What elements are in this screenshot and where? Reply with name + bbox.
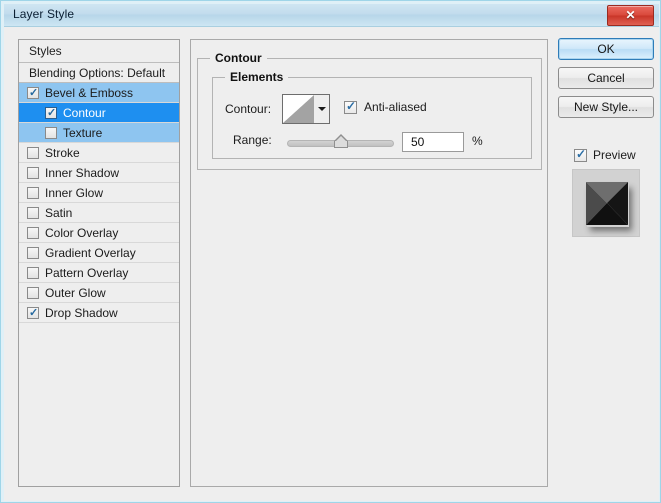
styles-item-texture[interactable]: Texture	[19, 123, 179, 143]
styles-item-gradient-overlay[interactable]: Gradient Overlay	[19, 243, 179, 263]
window-title: Layer Style	[13, 7, 74, 21]
contour-field-label: Contour:	[225, 102, 271, 116]
contour-group-title: Contour	[210, 51, 267, 65]
new-style-button[interactable]: New Style...	[558, 96, 654, 118]
styles-item-inner-shadow[interactable]: Inner Shadow	[19, 163, 179, 183]
styles-item-satin[interactable]: Satin	[19, 203, 179, 223]
dialog-body: Styles Blending Options: Default ✓ Bevel …	[4, 27, 659, 501]
style-item-label: Inner Glow	[45, 183, 103, 203]
styles-item-outer-glow[interactable]: Outer Glow	[19, 283, 179, 303]
styles-item-bevel-and-emboss[interactable]: ✓ Bevel & Emboss	[19, 83, 179, 103]
styles-item-blending-options[interactable]: Blending Options: Default	[19, 63, 179, 83]
style-item-label: Texture	[63, 123, 102, 143]
styles-item-drop-shadow[interactable]: ✓ Drop Shadow	[19, 303, 179, 323]
style-item-label: Contour	[63, 103, 106, 123]
styles-item-contour[interactable]: ✓ Contour	[19, 103, 179, 123]
anti-aliased-label: Anti-aliased	[364, 100, 427, 114]
range-percent-label: %	[472, 134, 483, 148]
title-bar[interactable]: Layer Style ✕	[4, 4, 659, 27]
style-item-label: Color Overlay	[45, 223, 118, 243]
style-enable-checkbox[interactable]	[45, 127, 57, 139]
styles-list-panel: Styles Blending Options: Default ✓ Bevel …	[18, 39, 180, 487]
range-value-input[interactable]: 50	[402, 132, 464, 152]
style-enable-checkbox[interactable]	[27, 147, 39, 159]
style-item-label: Pattern Overlay	[45, 263, 128, 283]
style-preview-thumbnail	[572, 169, 640, 237]
style-enable-checkbox[interactable]	[27, 247, 39, 259]
style-enable-checkbox[interactable]: ✓	[27, 307, 39, 319]
styles-item-color-overlay[interactable]: Color Overlay	[19, 223, 179, 243]
style-item-label: Bevel & Emboss	[45, 83, 133, 103]
style-item-label: Outer Glow	[45, 283, 106, 303]
preview-check-box[interactable]: ✓	[574, 149, 587, 162]
contour-groupbox: Contour Elements Contour: ✓	[197, 58, 542, 170]
styles-item-stroke[interactable]: Stroke	[19, 143, 179, 163]
close-icon: ✕	[608, 6, 653, 25]
style-enable-checkbox[interactable]: ✓	[45, 107, 57, 119]
styles-item-inner-glow[interactable]: Inner Glow	[19, 183, 179, 203]
elements-groupbox: Elements Contour: ✓ Anti-aliased	[212, 77, 532, 159]
range-field-label: Range:	[233, 133, 272, 147]
contour-picker[interactable]	[282, 94, 330, 124]
style-item-label: Drop Shadow	[45, 303, 118, 323]
style-enable-checkbox[interactable]: ✓	[27, 87, 39, 99]
styles-list-header: Styles	[19, 40, 179, 63]
checkmark-icon: ✓	[346, 99, 357, 114]
style-item-label: Satin	[45, 203, 72, 223]
range-value-text: 50	[411, 135, 424, 149]
style-item-label: Stroke	[45, 143, 80, 163]
preview-label: Preview	[593, 148, 636, 162]
style-enable-checkbox[interactable]	[27, 287, 39, 299]
elements-group-title: Elements	[225, 70, 288, 84]
contour-dropdown-button[interactable]	[314, 95, 329, 123]
ok-button[interactable]: OK	[558, 38, 654, 60]
style-enable-checkbox[interactable]	[27, 207, 39, 219]
styles-item-pattern-overlay[interactable]: Pattern Overlay	[19, 263, 179, 283]
close-button[interactable]: ✕	[607, 5, 654, 26]
checkmark-icon: ✓	[29, 86, 39, 100]
style-item-label: Inner Shadow	[45, 163, 119, 183]
layer-style-dialog: Layer Style ✕ Styles Blending Options: D…	[0, 0, 661, 503]
checkmark-icon: ✓	[47, 106, 57, 120]
style-enable-checkbox[interactable]	[27, 187, 39, 199]
cancel-button[interactable]: Cancel	[558, 67, 654, 89]
styles-item-container: ✓Bevel & Emboss✓ContourTextureStrokeInne…	[19, 83, 179, 323]
style-enable-checkbox[interactable]	[27, 227, 39, 239]
anti-aliased-check-box[interactable]: ✓	[344, 101, 357, 114]
contour-curve-thumbnail	[283, 95, 315, 123]
style-enable-checkbox[interactable]	[27, 267, 39, 279]
style-enable-checkbox[interactable]	[27, 167, 39, 179]
chevron-down-icon	[318, 107, 326, 111]
contour-settings-panel: Contour Elements Contour: ✓	[190, 39, 548, 487]
checkmark-icon: ✓	[576, 147, 587, 162]
style-item-label: Gradient Overlay	[45, 243, 136, 263]
checkmark-icon: ✓	[29, 306, 39, 320]
range-slider-thumb[interactable]	[334, 134, 349, 149]
preview-bevel-art	[586, 182, 628, 225]
